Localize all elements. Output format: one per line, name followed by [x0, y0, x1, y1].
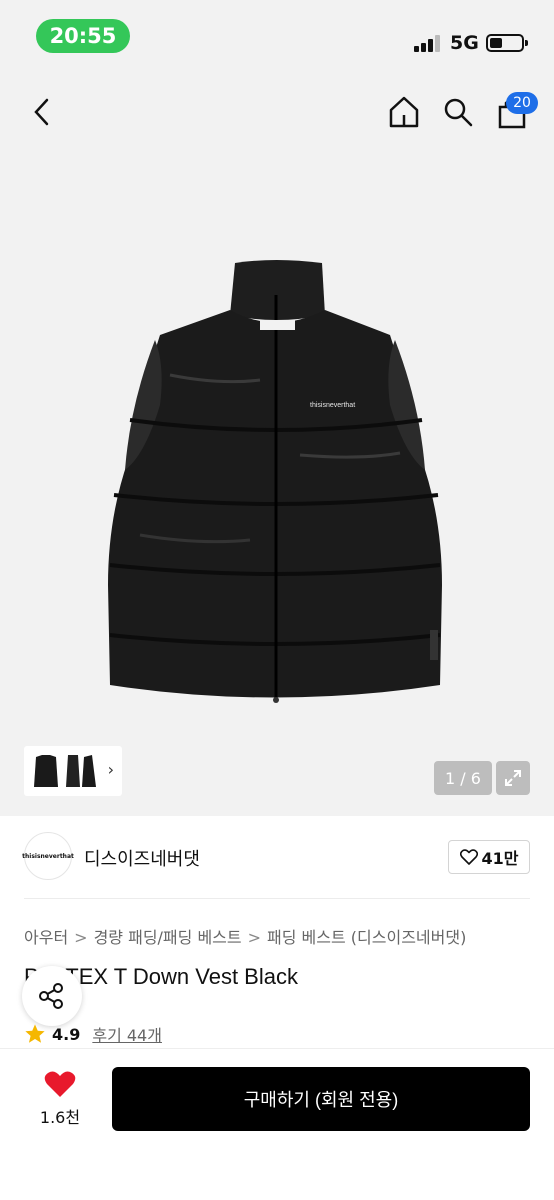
brand-row[interactable]: thisisneverthat 디스이즈네버댓 41만 [22, 832, 530, 882]
divider [24, 898, 530, 899]
status-bar: 20:55 5G [0, 0, 554, 80]
brand-name[interactable]: 디스이즈네버댓 [84, 845, 200, 871]
brand-logo-text: thisisneverthat [22, 852, 74, 860]
back-arrow-icon [34, 98, 49, 126]
breadcrumb: 아우터 > 경량 패딩/패딩 베스트 > 패딩 베스트 (디스이즈네버댓) [24, 924, 466, 948]
product-gallery[interactable]: thisisneverthat › 1 / 6 [0, 80, 554, 816]
heart-outline-icon [459, 849, 478, 865]
review-count-link[interactable]: 후기 44개 [92, 1022, 162, 1046]
image-counter: 1 / 6 [434, 761, 492, 795]
heart-filled-icon [44, 1071, 76, 1097]
search-button[interactable] [438, 92, 478, 132]
breadcrumb-item[interactable]: 패딩 베스트 (디스이즈네버댓) [267, 928, 466, 947]
expand-button[interactable] [496, 761, 530, 795]
chevron-right-icon: > [247, 928, 262, 947]
cart-count-badge: 20 [506, 92, 538, 114]
rating-row: 4.9 후기 44개 [24, 1022, 162, 1046]
home-button[interactable] [384, 92, 424, 132]
product-image: thisisneverthat [108, 260, 442, 703]
brand-like-button[interactable]: 41만 [448, 840, 530, 874]
home-icon [389, 96, 419, 128]
wishlist-button[interactable]: 1.6천 [24, 1070, 96, 1130]
battery-icon [486, 34, 528, 52]
brand-like-count: 41만 [481, 849, 519, 868]
search-icon [444, 98, 473, 127]
wishlist-count: 1.6천 [39, 1108, 81, 1127]
chevron-right-icon: > [74, 928, 88, 947]
breadcrumb-item[interactable]: 경량 패딩/패딩 베스트 [94, 928, 242, 947]
expand-icon [505, 770, 521, 786]
share-button[interactable] [22, 966, 82, 1026]
thumbnail-images [34, 755, 96, 787]
share-icon [39, 983, 63, 1009]
back-button[interactable] [24, 94, 60, 130]
rating-score: 4.9 [52, 1024, 81, 1044]
cellular-signal-icon [414, 34, 442, 52]
chevron-right-icon: › [107, 760, 114, 779]
buy-button[interactable]: 구매하기 (회원 전용) [112, 1067, 530, 1131]
network-type: 5G [450, 32, 479, 54]
status-time: 20:55 [36, 19, 130, 53]
chest-logo-text: thisisneverthat [310, 402, 355, 409]
star-icon [25, 1024, 45, 1043]
brand-logo[interactable]: thisisneverthat [22, 832, 74, 880]
breadcrumb-item[interactable]: 아우터 [24, 928, 68, 947]
thumbnail-strip[interactable]: › [24, 746, 122, 796]
